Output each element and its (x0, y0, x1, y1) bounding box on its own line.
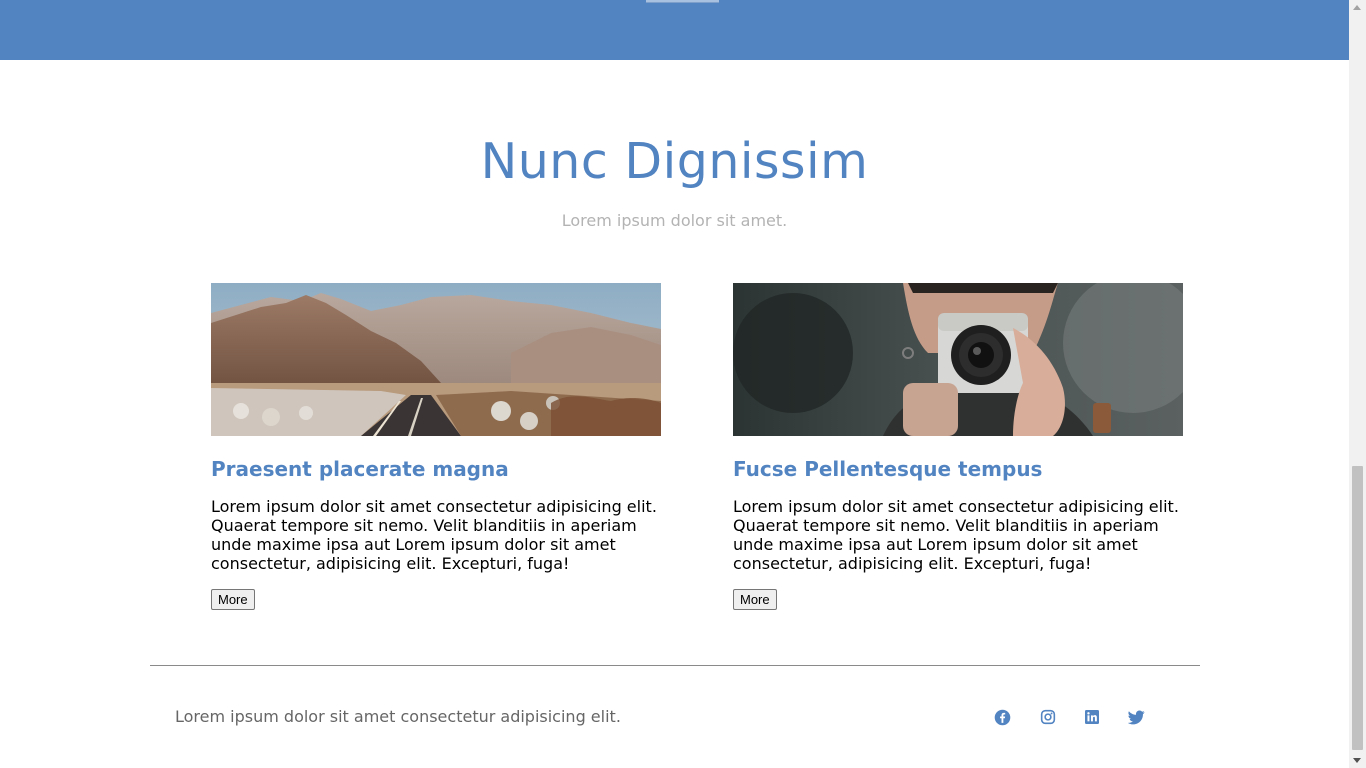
scroll-up-arrow-icon[interactable] (1353, 5, 1361, 10)
card-1-title: Praesent placerate magna (211, 457, 509, 481)
card-1-body: Lorem ipsum dolor sit amet consectetur a… (211, 497, 657, 573)
twitter-icon[interactable] (1127, 708, 1145, 726)
linkedin-icon[interactable] (1083, 708, 1101, 726)
instagram-icon[interactable] (1039, 708, 1057, 726)
card-2-body: Lorem ipsum dolor sit amet consectetur a… (733, 497, 1179, 573)
card-2-title: Fucse Pellentesque tempus (733, 457, 1043, 481)
card-2: Fucse Pellentesque tempus Lorem ipsum do… (733, 283, 1183, 610)
scrollbar-thumb[interactable] (1352, 466, 1363, 750)
vertical-scrollbar[interactable] (1349, 0, 1366, 768)
footer-text: Lorem ipsum dolor sit amet consectetur a… (175, 707, 621, 726)
card-2-image (733, 283, 1183, 436)
header-edge-element (646, 0, 719, 3)
section-title: Nunc Dignissim (480, 133, 869, 190)
header-band (0, 0, 1349, 60)
section-subtitle: Lorem ipsum dolor sit amet. (561, 211, 788, 230)
footer-divider (150, 665, 1200, 666)
card-1-more-button[interactable]: More (211, 589, 255, 610)
scroll-down-arrow-icon[interactable] (1353, 758, 1361, 763)
card-1-image (211, 283, 661, 436)
facebook-icon[interactable] (993, 708, 1011, 726)
card-1: Praesent placerate magna Lorem ipsum dol… (211, 283, 661, 610)
card-2-more-button[interactable]: More (733, 589, 777, 610)
